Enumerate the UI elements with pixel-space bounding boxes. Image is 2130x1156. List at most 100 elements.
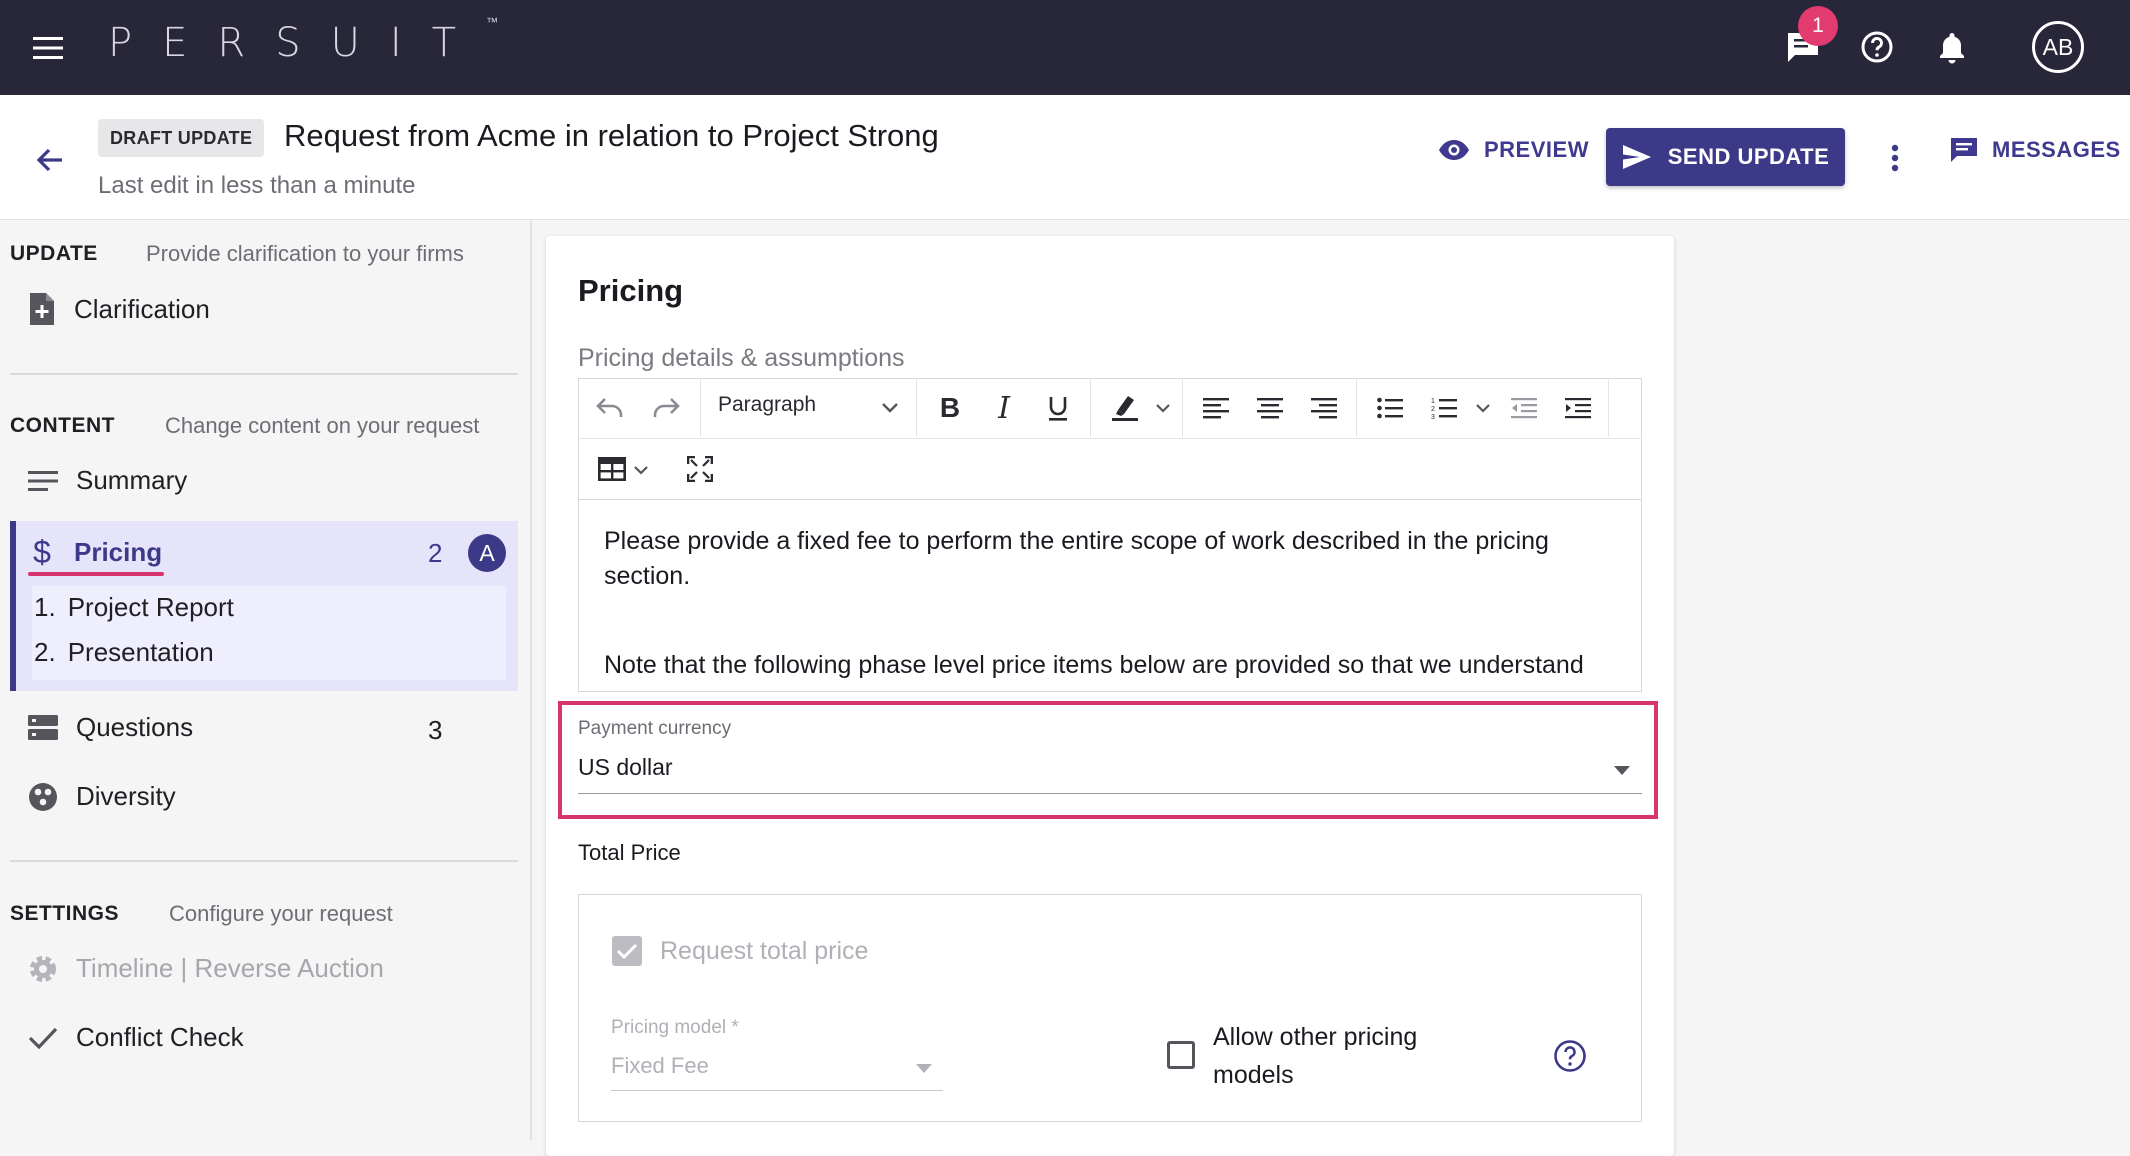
sidebar-divider	[10, 860, 518, 862]
checkmark-icon	[28, 1027, 58, 1049]
diversity-icon	[29, 782, 57, 811]
toolbar-separator	[1356, 378, 1357, 437]
toolbar-separator	[700, 378, 701, 437]
allow-other-models-label: Allow other pricing models	[1213, 1023, 1418, 1089]
outdent-icon[interactable]	[1506, 390, 1542, 426]
sidebar-item-timeline[interactable]: Timeline | Reverse Auction	[28, 953, 384, 984]
update-section-description: Provide clarification to your firms	[146, 241, 464, 266]
align-right-icon[interactable]	[1306, 390, 1342, 426]
sidebar-subitem-project-report[interactable]: 1. Project Report	[34, 592, 234, 623]
bell-icon[interactable]	[1930, 25, 1974, 69]
sidebar-item-pricing[interactable]: $ Pricing	[28, 534, 162, 571]
settings-section-heading: SETTINGS	[10, 902, 120, 925]
dropdown-arrow-icon[interactable]	[1612, 760, 1632, 780]
toolbar-separator	[916, 378, 917, 437]
back-arrow-icon[interactable]	[30, 140, 70, 180]
request-total-label: Request total price	[660, 937, 869, 965]
questions-count: 3	[428, 715, 443, 745]
questions-list-icon	[28, 714, 58, 740]
help-icon[interactable]	[1855, 25, 1899, 69]
gear-icon	[30, 955, 56, 982]
page-title: Request from Acme in relation to Project…	[284, 118, 939, 153]
allow-other-models-checkbox[interactable]	[1167, 1041, 1195, 1069]
pricing-details-label: Pricing details & assumptions	[578, 344, 905, 372]
svg-text:2: 2	[1431, 406, 1435, 413]
draft-status-badge: DRAFT UPDATE	[98, 119, 265, 157]
editor-paragraph: Note that the following phase level pric…	[604, 651, 1584, 679]
toolbar-separator	[1182, 378, 1183, 437]
align-left-icon[interactable]	[1198, 390, 1234, 426]
toolbar-row-divider	[578, 438, 1642, 439]
update-section-heading: UPDATE	[10, 242, 98, 265]
sidebar-item-summary[interactable]: Summary	[28, 465, 187, 496]
pricing-model-underline	[611, 1090, 943, 1091]
redo-icon[interactable]	[648, 390, 684, 426]
payment-currency-label: Payment currency	[578, 718, 732, 739]
user-avatar[interactable]: AB	[2032, 21, 2084, 73]
send-update-label: SEND UPDATE	[1667, 144, 1830, 169]
section-title: Pricing	[578, 273, 684, 308]
total-price-label: Total Price	[578, 840, 681, 865]
align-center-icon[interactable]	[1252, 390, 1288, 426]
chat-badge: 1	[1798, 6, 1838, 46]
sidebar-item-label: Pricing	[74, 537, 163, 567]
add-document-icon	[30, 293, 54, 325]
sidebar-item-clarification[interactable]: Clarification	[28, 292, 210, 326]
send-update-button[interactable]: SEND UPDATE	[1606, 128, 1845, 186]
pricing-details-editor[interactable]: Please provide a fixed fee to perform th…	[578, 500, 1642, 692]
more-options-icon[interactable]	[1880, 140, 1910, 176]
currency-underline	[578, 793, 1642, 794]
preview-label: PREVIEW	[1484, 137, 1589, 162]
sidebar-item-conflict-check[interactable]: Conflict Check	[28, 1022, 244, 1053]
undo-icon[interactable]	[592, 390, 628, 426]
sidebar-subitem-presentation[interactable]: 2. Presentation	[34, 637, 214, 668]
sidebar-item-label: Clarification	[74, 293, 210, 324]
bold-icon[interactable]: B	[932, 390, 968, 426]
preview-button[interactable]: PREVIEW	[1438, 137, 1589, 163]
messages-label: MESSAGES	[1992, 137, 2121, 162]
chevron-down-icon[interactable]	[1152, 396, 1174, 420]
total-price-panel	[578, 894, 1642, 1122]
sidebar-divider	[10, 373, 518, 375]
bulleted-list-icon[interactable]	[1372, 390, 1408, 426]
content-section-heading: CONTENT	[10, 414, 115, 437]
messages-button[interactable]: MESSAGES	[1950, 137, 2121, 163]
pricing-count: 2	[428, 538, 443, 568]
indent-icon[interactable]	[1560, 390, 1596, 426]
persuit-logo[interactable]: PERSUIT™	[108, 15, 498, 66]
dropdown-arrow-icon[interactable]	[914, 1058, 934, 1078]
underline-icon[interactable]	[1040, 390, 1076, 426]
summary-lines-icon	[28, 470, 58, 491]
payment-currency-select[interactable]: US dollar	[578, 754, 673, 781]
sidebar-item-label: Conflict Check	[76, 1022, 244, 1052]
svg-text:3: 3	[1431, 414, 1435, 420]
message-icon	[1951, 138, 1977, 162]
insert-table-icon[interactable]	[594, 451, 630, 487]
sidebar-item-label: Questions	[76, 712, 194, 742]
pricing-model-select[interactable]: Fixed Fee	[611, 1053, 709, 1079]
italic-icon[interactable]: I	[986, 390, 1022, 426]
sidebar-item-questions[interactable]: Questions	[28, 712, 193, 743]
pricing-model-label: Pricing model *	[611, 1017, 739, 1038]
content-section-description: Change content on your request	[165, 413, 480, 438]
numbered-list-icon[interactable]: 123	[1426, 390, 1462, 426]
sidebar-item-diversity[interactable]: Diversity	[28, 781, 176, 812]
highlighter-icon[interactable]	[1106, 388, 1144, 426]
sidebar-item-label: Summary	[76, 465, 188, 495]
send-icon	[1622, 145, 1651, 169]
fullscreen-icon[interactable]	[682, 451, 718, 487]
request-total-checkbox[interactable]	[612, 936, 642, 966]
toolbar-separator	[1608, 378, 1609, 437]
paragraph-style-select[interactable]: Paragraph	[718, 393, 816, 417]
chevron-down-icon[interactable]	[1472, 396, 1494, 420]
menu-icon[interactable]	[28, 28, 68, 68]
toolbar-separator	[1090, 378, 1091, 437]
assignee-avatar: A	[468, 534, 506, 572]
help-circle-icon[interactable]	[1552, 1038, 1588, 1074]
chevron-down-icon[interactable]	[878, 396, 902, 420]
svg-text:1: 1	[1431, 398, 1435, 405]
sidebar-item-label: Timeline | Reverse Auction	[76, 953, 384, 983]
editor-paragraph: Please provide a fixed fee to perform th…	[604, 527, 1549, 590]
dollar-icon: $	[33, 534, 51, 570]
chevron-down-icon[interactable]	[630, 458, 652, 482]
